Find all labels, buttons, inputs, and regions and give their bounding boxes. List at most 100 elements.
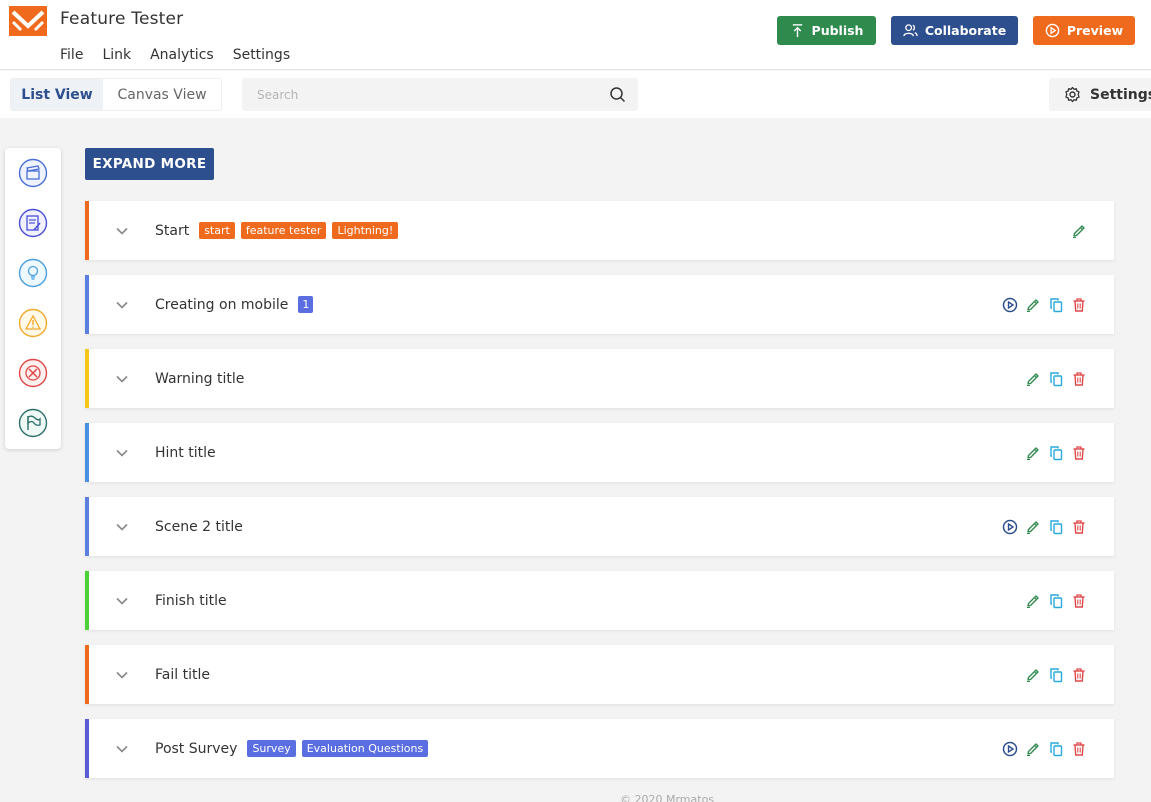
- menu-link[interactable]: Link: [102, 47, 131, 63]
- chevron-down-icon[interactable]: [115, 224, 129, 238]
- scene-row[interactable]: Warning title: [85, 349, 1114, 408]
- pencil-icon[interactable]: [1025, 741, 1041, 757]
- chevron-down-icon[interactable]: [115, 372, 129, 386]
- scene-tag: 1: [298, 296, 314, 313]
- trash-icon[interactable]: [1071, 667, 1087, 683]
- toolbar: List View Canvas View Settings: [0, 71, 1151, 118]
- pencil-icon[interactable]: [1025, 297, 1041, 313]
- warning-icon: [18, 308, 48, 338]
- search-icon[interactable]: [609, 86, 626, 103]
- menu-analytics[interactable]: Analytics: [150, 47, 214, 63]
- search-input[interactable]: [242, 78, 602, 111]
- chevron-down-icon[interactable]: [115, 594, 129, 608]
- pencil-icon[interactable]: [1025, 519, 1041, 535]
- scene-color-bar: [85, 497, 89, 556]
- copy-icon[interactable]: [1048, 371, 1064, 387]
- trash-icon[interactable]: [1071, 371, 1087, 387]
- play-circle-icon[interactable]: [1002, 519, 1018, 535]
- scene-tag: start: [199, 222, 235, 239]
- scene-actions: [1025, 371, 1087, 387]
- copy-icon[interactable]: [1048, 741, 1064, 757]
- scene-tag: Survey: [247, 740, 296, 757]
- preview-button[interactable]: Preview: [1033, 16, 1135, 45]
- expand-more-button[interactable]: EXPAND MORE: [85, 148, 214, 180]
- publish-button[interactable]: Publish: [777, 16, 876, 45]
- chevron-down-icon[interactable]: [115, 668, 129, 682]
- scene-row[interactable]: Hint title: [85, 423, 1114, 482]
- scene-actions: [1002, 519, 1087, 535]
- copy-icon[interactable]: [1048, 519, 1064, 535]
- scene-title-group: Fail title: [155, 645, 214, 704]
- scene-title-group: Warning title: [155, 349, 248, 408]
- scene-color-bar: [85, 349, 89, 408]
- pencil-icon[interactable]: [1025, 593, 1041, 609]
- collaborate-label: Collaborate: [924, 23, 1007, 38]
- scene-title: Scene 2 title: [155, 518, 243, 535]
- copy-icon[interactable]: [1048, 297, 1064, 313]
- canvas-view-tab[interactable]: Canvas View: [103, 79, 221, 110]
- scene-color-bar: [85, 719, 89, 778]
- chevron-down-icon[interactable]: [115, 520, 129, 534]
- chevron-down-icon[interactable]: [115, 298, 129, 312]
- publish-label: Publish: [811, 23, 864, 38]
- scene-actions: [1002, 741, 1087, 757]
- scene-actions: [1002, 297, 1087, 313]
- trash-icon[interactable]: [1071, 741, 1087, 757]
- collaborate-button[interactable]: Collaborate: [891, 16, 1018, 45]
- search-box: [242, 78, 638, 111]
- palette-survey[interactable]: [18, 208, 48, 238]
- settings-label: Settings: [1090, 86, 1151, 103]
- scene-title: Finish title: [155, 592, 227, 609]
- scene-row[interactable]: Post Survey Survey Evaluation Questions: [85, 719, 1114, 778]
- preview-label: Preview: [1066, 23, 1124, 38]
- pencil-icon[interactable]: [1071, 223, 1087, 239]
- palette-fail[interactable]: [18, 358, 48, 388]
- pencil-icon[interactable]: [1025, 445, 1041, 461]
- chevron-down-icon[interactable]: [115, 742, 129, 756]
- trash-icon[interactable]: [1071, 593, 1087, 609]
- scene-title: Post Survey: [155, 740, 238, 757]
- copy-icon[interactable]: [1048, 593, 1064, 609]
- scene-title: Fail title: [155, 666, 210, 683]
- scene-row[interactable]: Fail title: [85, 645, 1114, 704]
- menu-settings[interactable]: Settings: [233, 47, 290, 63]
- scene-row[interactable]: Start start feature tester Lightning!: [85, 201, 1114, 260]
- scene-title-group: Finish title: [155, 571, 231, 630]
- scene-color-bar: [85, 571, 89, 630]
- scene-tag: Evaluation Questions: [301, 740, 429, 757]
- scene-tag: feature tester: [240, 222, 327, 239]
- copy-icon[interactable]: [1048, 445, 1064, 461]
- app-title: Feature Tester: [60, 9, 184, 29]
- scene-row[interactable]: Finish title: [85, 571, 1114, 630]
- pencil-icon[interactable]: [1025, 371, 1041, 387]
- users-icon: [903, 24, 918, 37]
- trash-icon[interactable]: [1071, 519, 1087, 535]
- settings-button[interactable]: Settings: [1049, 78, 1151, 111]
- palette-warning[interactable]: [18, 308, 48, 338]
- scene-row[interactable]: Scene 2 title: [85, 497, 1114, 556]
- palette-finish[interactable]: [18, 408, 48, 438]
- scene-color-bar: [85, 201, 89, 260]
- palette-scene[interactable]: [18, 158, 48, 188]
- scene-row[interactable]: Creating on mobile 1: [85, 275, 1114, 334]
- trash-icon[interactable]: [1071, 445, 1087, 461]
- scene-title-group: Creating on mobile 1: [155, 275, 314, 334]
- list-view-tab[interactable]: List View: [11, 79, 103, 110]
- view-toggle: List View Canvas View: [10, 78, 222, 111]
- scene-actions: [1071, 223, 1087, 239]
- scene-title-group: Post Survey Survey Evaluation Questions: [155, 719, 429, 778]
- scene-color-bar: [85, 423, 89, 482]
- palette-hint[interactable]: [18, 258, 48, 288]
- scene-actions: [1025, 593, 1087, 609]
- chevron-down-icon[interactable]: [115, 446, 129, 460]
- scene-title-group: Hint title: [155, 423, 220, 482]
- pencil-icon[interactable]: [1025, 667, 1041, 683]
- lightbulb-icon: [18, 258, 48, 288]
- footer-copyright: © 2020 Mrmatos: [620, 793, 715, 802]
- menu-file[interactable]: File: [60, 47, 83, 63]
- clapperboard-icon: [18, 158, 48, 188]
- trash-icon[interactable]: [1071, 297, 1087, 313]
- copy-icon[interactable]: [1048, 667, 1064, 683]
- play-circle-icon[interactable]: [1002, 297, 1018, 313]
- play-circle-icon[interactable]: [1002, 741, 1018, 757]
